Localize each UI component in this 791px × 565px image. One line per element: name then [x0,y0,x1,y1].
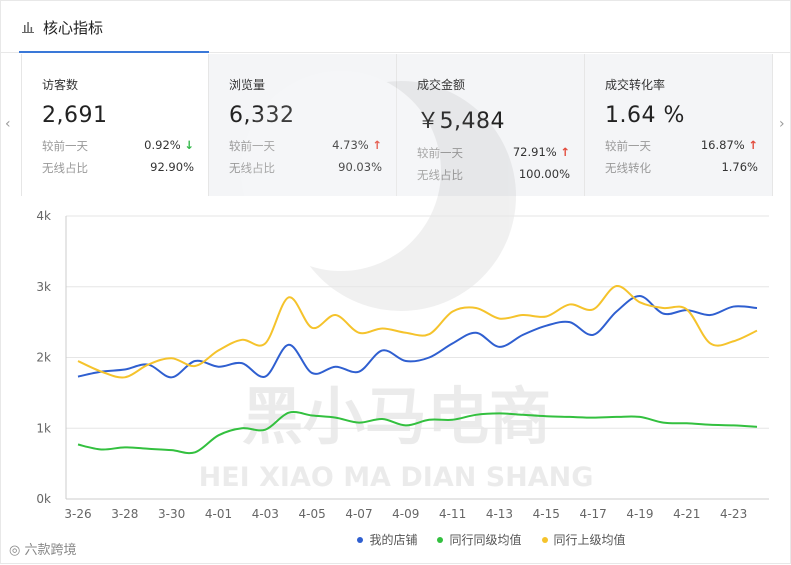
watermark-cn-text: 黑小马电商 [241,380,551,453]
prev-arrow-icon[interactable]: ‹ [5,116,11,132]
share-label: 无线占比 [42,161,88,175]
legend-dot-icon [437,536,444,543]
x-tick-label: 3-28 [111,507,138,521]
share-label: 无线占比 [229,161,275,175]
x-tick-label: 4-03 [252,507,279,521]
legend-item-my-store[interactable]: 我的店铺 [357,531,417,548]
arrow-up-icon: ↑ [560,145,570,159]
metric-label: 成交转化率 [605,78,666,92]
x-tick-label: 4-17 [579,507,606,521]
change-value-wrap: 0.92% ↓ [144,138,194,154]
y-tick-label: 1k [36,421,51,435]
metric-share-row: 无线占比 90.03% [229,160,382,176]
metric-card-conversion[interactable]: 成交转化率 1.64 % 较前一天 16.87% ↑ 无线转化 1.76% [585,54,773,196]
change-value-wrap: 4.73% ↑ [332,138,382,154]
metric-change-row: 较前一天 72.91% ↑ [417,145,570,161]
x-tick-label: 4-01 [205,507,232,521]
change-label: 较前一天 [417,146,463,160]
share-value: 92.90% [150,160,194,174]
grid-lines [65,215,769,500]
metric-value: 6,332 [229,103,295,128]
legend-item-peer-same[interactable]: 同行同级均值 [437,531,522,548]
y-tick-label: 0k [36,492,51,506]
x-tick-label: 4-13 [486,507,513,521]
metric-label: 成交金额 [417,78,466,92]
page-title: 核心指标 [43,18,104,37]
x-tick-label: 4-05 [299,507,326,521]
legend-label: 同行上级均值 [553,533,626,547]
metric-card-sales[interactable]: 成交金额 ￥5,484 较前一天 72.91% ↑ 无线占比 100.00% [397,54,585,196]
change-label: 较前一天 [229,139,275,153]
brand-text: 六款跨境 [24,543,77,558]
metric-value: ￥5,484 [417,109,505,134]
x-tick-label: 4-23 [720,507,747,521]
metric-change-row: 较前一天 4.73% ↑ [229,138,382,154]
change-value: 0.92% [144,138,181,152]
y-tick-label: 2k [36,351,51,365]
active-tab-indicator [19,51,209,53]
legend-label: 同行同级均值 [449,533,522,547]
x-tick-label: 3-26 [64,507,91,521]
y-axis: 0k 1k 2k 3k 4k [36,209,51,506]
change-value-wrap: 16.87% ↑ [701,138,758,154]
x-tick-label: 4-21 [673,507,700,521]
metric-share-row: 无线转化 1.76% [605,160,758,176]
legend-label: 我的店铺 [369,533,418,547]
change-value-wrap: 72.91% ↑ [513,145,570,161]
watermark-en-text: HEI XIAO MA DIAN SHANG [199,462,594,493]
metric-card-visitors[interactable]: 访客数 2,691 较前一天 0.92% ↓ 无线占比 92.90% [21,54,209,196]
series-line-1 [77,411,758,455]
y-tick-label: 3k [36,280,51,294]
bar-chart-icon [22,22,34,33]
chart-legend: 我的店铺 同行同级均值 同行上级均值 [1,531,791,548]
next-arrow-icon[interactable]: › [779,116,785,132]
metric-card-pageviews[interactable]: 浏览量 6,332 较前一天 4.73% ↑ 无线占比 90.03% [209,54,397,196]
brand-icon: ◎ [9,543,25,558]
arrow-up-icon: ↑ [372,138,382,152]
share-value: 90.03% [338,160,382,174]
metric-change-row: 较前一天 16.87% ↑ [605,138,758,154]
legend-dot-icon [541,536,548,543]
core-metrics-panel: 核心指标 ‹ › 访客数 2,691 较前一天 0.92% ↓ 无线占比 92.… [0,0,791,564]
x-tick-label: 4-11 [439,507,466,521]
metric-share-row: 无线占比 92.90% [42,160,194,176]
series-line-2 [77,285,758,379]
change-label: 较前一天 [605,139,651,153]
metric-label: 访客数 [42,78,79,92]
panel-header: 核心指标 [1,1,790,53]
x-tick-label: 4-09 [392,507,419,521]
y-tick-label: 4k [36,209,51,223]
arrow-up-icon: ↑ [748,138,758,152]
series-lines [77,285,758,455]
metric-cards: 访客数 2,691 较前一天 0.92% ↓ 无线占比 92.90% 浏览量 6… [21,54,773,196]
header-title-wrap: 核心指标 [21,1,103,53]
change-value: 16.87% [700,138,745,152]
brand-logo: ◎ 六款跨境 [9,539,77,558]
share-label: 无线转化 [605,161,651,175]
x-tick-label: 4-19 [626,507,653,521]
x-tick-label: 4-07 [345,507,372,521]
metric-label: 浏览量 [229,78,266,92]
metric-value: 2,691 [42,103,108,128]
series-line-0 [77,294,758,379]
legend-dot-icon [357,536,364,543]
share-label: 无线占比 [417,168,463,182]
share-value: 1.76% [721,160,758,174]
x-axis: 3-26 3-28 3-30 4-01 4-03 4-05 4-07 4-09 4-11 4-13… [64,507,747,521]
change-value: 72.91% [512,145,557,159]
change-value: 4.73% [332,138,369,152]
metric-share-row: 无线占比 100.00% [417,167,570,183]
share-value: 100.00% [518,167,570,181]
metric-change-row: 较前一天 0.92% ↓ [42,138,194,154]
x-tick-label: 4-15 [533,507,560,521]
arrow-down-icon: ↓ [184,138,194,152]
change-label: 较前一天 [42,139,88,153]
metric-value: 1.64 % [605,103,685,128]
x-tick-label: 3-30 [158,507,185,521]
legend-item-peer-upper[interactable]: 同行上级均值 [541,531,626,548]
